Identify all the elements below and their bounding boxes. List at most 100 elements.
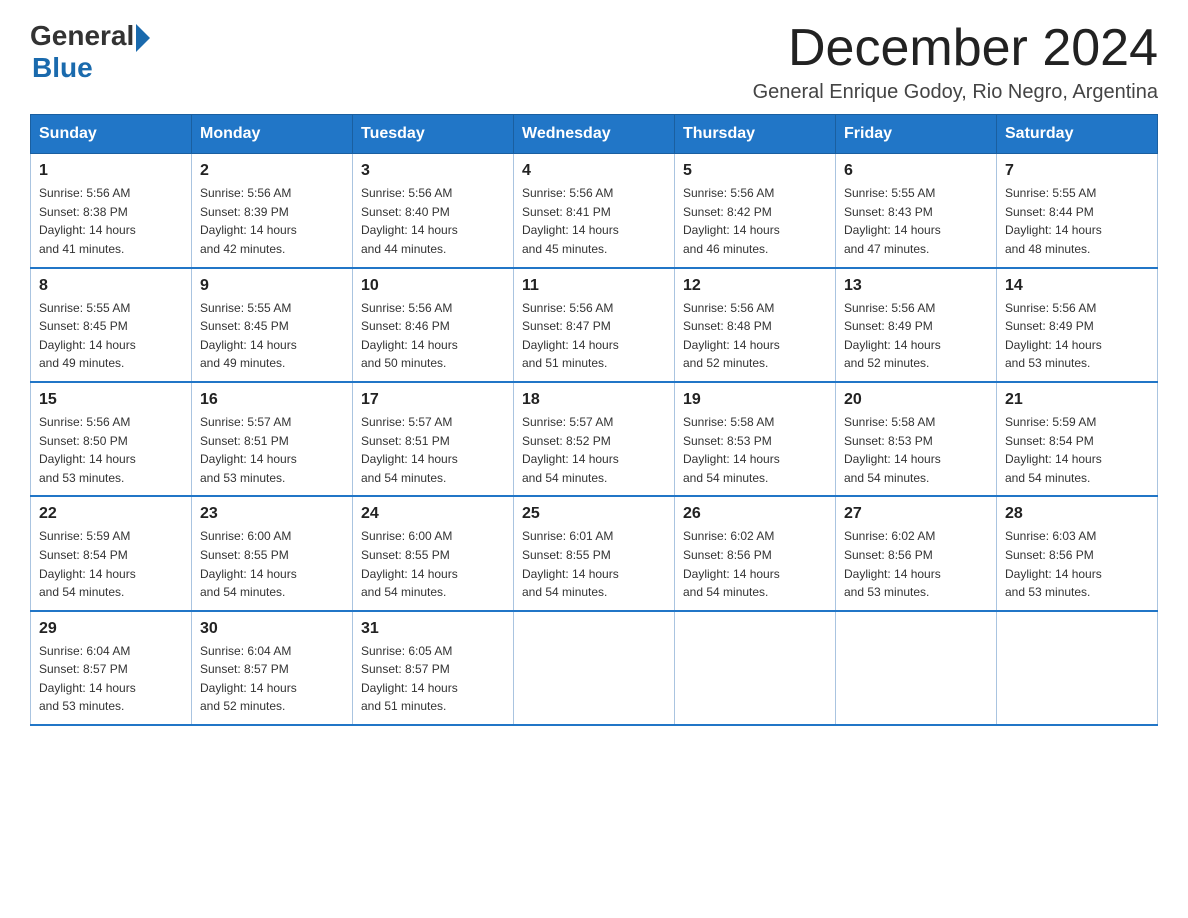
table-row: 24 Sunrise: 6:00 AM Sunset: 8:55 PM Dayl… [353, 496, 514, 610]
day-info: Sunrise: 5:56 AM Sunset: 8:49 PM Dayligh… [844, 299, 988, 373]
location-subtitle: General Enrique Godoy, Rio Negro, Argent… [753, 81, 1158, 104]
day-number: 28 [1005, 505, 1149, 523]
day-info: Sunrise: 5:57 AM Sunset: 8:51 PM Dayligh… [361, 413, 505, 487]
table-row: 26 Sunrise: 6:02 AM Sunset: 8:56 PM Dayl… [675, 496, 836, 610]
calendar-week-row: 8 Sunrise: 5:55 AM Sunset: 8:45 PM Dayli… [31, 268, 1158, 382]
day-info: Sunrise: 5:58 AM Sunset: 8:53 PM Dayligh… [683, 413, 827, 487]
day-info: Sunrise: 5:56 AM Sunset: 8:47 PM Dayligh… [522, 299, 666, 373]
day-info: Sunrise: 5:56 AM Sunset: 8:50 PM Dayligh… [39, 413, 183, 487]
table-row: 18 Sunrise: 5:57 AM Sunset: 8:52 PM Dayl… [514, 382, 675, 496]
table-row: 3 Sunrise: 5:56 AM Sunset: 8:40 PM Dayli… [353, 154, 514, 268]
col-wednesday: Wednesday [514, 115, 675, 154]
day-info: Sunrise: 6:05 AM Sunset: 8:57 PM Dayligh… [361, 642, 505, 716]
col-thursday: Thursday [675, 115, 836, 154]
table-row: 11 Sunrise: 5:56 AM Sunset: 8:47 PM Dayl… [514, 268, 675, 382]
day-number: 8 [39, 277, 183, 295]
day-info: Sunrise: 5:56 AM Sunset: 8:46 PM Dayligh… [361, 299, 505, 373]
table-row: 20 Sunrise: 5:58 AM Sunset: 8:53 PM Dayl… [836, 382, 997, 496]
day-info: Sunrise: 6:00 AM Sunset: 8:55 PM Dayligh… [361, 527, 505, 601]
table-row: 25 Sunrise: 6:01 AM Sunset: 8:55 PM Dayl… [514, 496, 675, 610]
calendar-week-row: 1 Sunrise: 5:56 AM Sunset: 8:38 PM Dayli… [31, 154, 1158, 268]
table-row: 14 Sunrise: 5:56 AM Sunset: 8:49 PM Dayl… [997, 268, 1158, 382]
calendar-week-row: 22 Sunrise: 5:59 AM Sunset: 8:54 PM Dayl… [31, 496, 1158, 610]
day-number: 17 [361, 391, 505, 409]
day-number: 7 [1005, 162, 1149, 180]
day-number: 26 [683, 505, 827, 523]
day-number: 19 [683, 391, 827, 409]
day-number: 20 [844, 391, 988, 409]
day-info: Sunrise: 5:55 AM Sunset: 8:45 PM Dayligh… [39, 299, 183, 373]
day-number: 25 [522, 505, 666, 523]
table-row: 29 Sunrise: 6:04 AM Sunset: 8:57 PM Dayl… [31, 611, 192, 725]
day-info: Sunrise: 5:56 AM Sunset: 8:39 PM Dayligh… [200, 184, 344, 258]
day-number: 18 [522, 391, 666, 409]
day-number: 12 [683, 277, 827, 295]
month-title: December 2024 [753, 20, 1158, 77]
day-number: 21 [1005, 391, 1149, 409]
table-row: 13 Sunrise: 5:56 AM Sunset: 8:49 PM Dayl… [836, 268, 997, 382]
table-row: 12 Sunrise: 5:56 AM Sunset: 8:48 PM Dayl… [675, 268, 836, 382]
calendar-week-row: 29 Sunrise: 6:04 AM Sunset: 8:57 PM Dayl… [31, 611, 1158, 725]
day-info: Sunrise: 6:04 AM Sunset: 8:57 PM Dayligh… [39, 642, 183, 716]
day-number: 15 [39, 391, 183, 409]
table-row: 2 Sunrise: 5:56 AM Sunset: 8:39 PM Dayli… [192, 154, 353, 268]
day-number: 30 [200, 620, 344, 638]
day-info: Sunrise: 5:59 AM Sunset: 8:54 PM Dayligh… [39, 527, 183, 601]
day-number: 13 [844, 277, 988, 295]
day-info: Sunrise: 6:02 AM Sunset: 8:56 PM Dayligh… [683, 527, 827, 601]
day-number: 9 [200, 277, 344, 295]
day-info: Sunrise: 5:57 AM Sunset: 8:51 PM Dayligh… [200, 413, 344, 487]
table-row: 6 Sunrise: 5:55 AM Sunset: 8:43 PM Dayli… [836, 154, 997, 268]
day-number: 23 [200, 505, 344, 523]
day-info: Sunrise: 6:03 AM Sunset: 8:56 PM Dayligh… [1005, 527, 1149, 601]
day-number: 14 [1005, 277, 1149, 295]
day-number: 4 [522, 162, 666, 180]
table-row: 10 Sunrise: 5:56 AM Sunset: 8:46 PM Dayl… [353, 268, 514, 382]
day-info: Sunrise: 6:01 AM Sunset: 8:55 PM Dayligh… [522, 527, 666, 601]
col-friday: Friday [836, 115, 997, 154]
table-row: 4 Sunrise: 5:56 AM Sunset: 8:41 PM Dayli… [514, 154, 675, 268]
table-row: 19 Sunrise: 5:58 AM Sunset: 8:53 PM Dayl… [675, 382, 836, 496]
table-row: 16 Sunrise: 5:57 AM Sunset: 8:51 PM Dayl… [192, 382, 353, 496]
title-block: December 2024 General Enrique Godoy, Rio… [753, 20, 1158, 104]
day-info: Sunrise: 5:55 AM Sunset: 8:44 PM Dayligh… [1005, 184, 1149, 258]
day-info: Sunrise: 5:56 AM Sunset: 8:41 PM Dayligh… [522, 184, 666, 258]
table-row: 28 Sunrise: 6:03 AM Sunset: 8:56 PM Dayl… [997, 496, 1158, 610]
logo-arrow-icon [136, 24, 150, 52]
calendar-header-row: Sunday Monday Tuesday Wednesday Thursday… [31, 115, 1158, 154]
table-row: 17 Sunrise: 5:57 AM Sunset: 8:51 PM Dayl… [353, 382, 514, 496]
day-info: Sunrise: 5:56 AM Sunset: 8:48 PM Dayligh… [683, 299, 827, 373]
day-number: 6 [844, 162, 988, 180]
page-header: General Blue December 2024 General Enriq… [30, 20, 1158, 104]
table-row: 8 Sunrise: 5:55 AM Sunset: 8:45 PM Dayli… [31, 268, 192, 382]
table-row [675, 611, 836, 725]
day-number: 22 [39, 505, 183, 523]
day-info: Sunrise: 5:57 AM Sunset: 8:52 PM Dayligh… [522, 413, 666, 487]
day-info: Sunrise: 5:58 AM Sunset: 8:53 PM Dayligh… [844, 413, 988, 487]
calendar-week-row: 15 Sunrise: 5:56 AM Sunset: 8:50 PM Dayl… [31, 382, 1158, 496]
day-number: 29 [39, 620, 183, 638]
day-number: 5 [683, 162, 827, 180]
table-row: 23 Sunrise: 6:00 AM Sunset: 8:55 PM Dayl… [192, 496, 353, 610]
table-row: 31 Sunrise: 6:05 AM Sunset: 8:57 PM Dayl… [353, 611, 514, 725]
day-info: Sunrise: 5:56 AM Sunset: 8:42 PM Dayligh… [683, 184, 827, 258]
day-info: Sunrise: 5:56 AM Sunset: 8:40 PM Dayligh… [361, 184, 505, 258]
table-row: 7 Sunrise: 5:55 AM Sunset: 8:44 PM Dayli… [997, 154, 1158, 268]
day-number: 27 [844, 505, 988, 523]
day-number: 16 [200, 391, 344, 409]
day-number: 10 [361, 277, 505, 295]
day-info: Sunrise: 5:55 AM Sunset: 8:43 PM Dayligh… [844, 184, 988, 258]
day-info: Sunrise: 5:56 AM Sunset: 8:49 PM Dayligh… [1005, 299, 1149, 373]
table-row: 27 Sunrise: 6:02 AM Sunset: 8:56 PM Dayl… [836, 496, 997, 610]
logo-blue-text: Blue [32, 52, 93, 84]
day-number: 3 [361, 162, 505, 180]
day-number: 11 [522, 277, 666, 295]
table-row: 1 Sunrise: 5:56 AM Sunset: 8:38 PM Dayli… [31, 154, 192, 268]
day-info: Sunrise: 5:56 AM Sunset: 8:38 PM Dayligh… [39, 184, 183, 258]
day-number: 31 [361, 620, 505, 638]
day-info: Sunrise: 6:02 AM Sunset: 8:56 PM Dayligh… [844, 527, 988, 601]
day-number: 1 [39, 162, 183, 180]
table-row [997, 611, 1158, 725]
logo: General Blue [30, 20, 150, 84]
logo-general-text: General [30, 20, 134, 52]
